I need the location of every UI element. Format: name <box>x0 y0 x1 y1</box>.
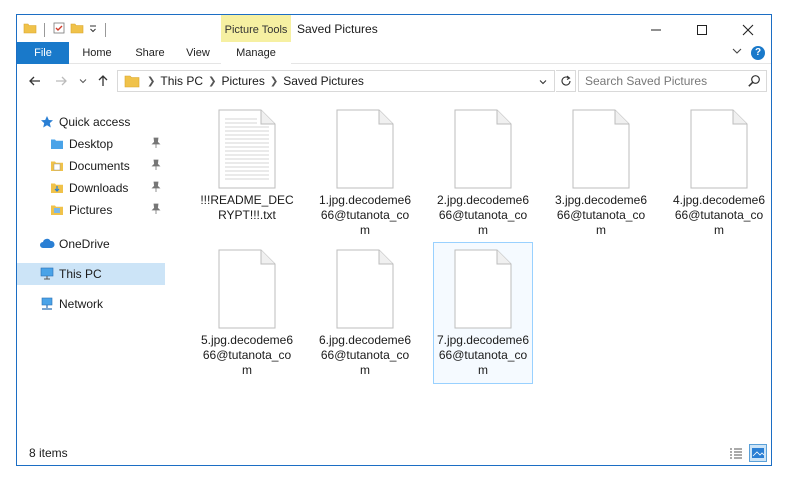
nav-desktop[interactable]: Desktop <box>17 133 165 155</box>
file-item[interactable]: !!!README_DECRYPT!!!.txt <box>197 103 297 245</box>
blank-file-icon <box>572 109 630 189</box>
file-item[interactable]: 2.jpg.decodeme666@tutanota_com <box>433 103 533 245</box>
nav-label: Quick access <box>59 115 131 129</box>
breadcrumb-saved-pictures[interactable]: Saved Pictures <box>283 74 364 88</box>
breadcrumb-separator-icon: ❯ <box>269 75 279 87</box>
nav-label: Desktop <box>69 137 114 151</box>
search-box[interactable] <box>578 70 767 92</box>
pin-icon[interactable] <box>151 203 161 218</box>
status-bar: 8 items <box>17 441 771 465</box>
nav-network[interactable]: Network <box>17 293 165 315</box>
file-name: !!!README_DECRYPT!!!.txt <box>200 193 294 222</box>
tab-manage[interactable]: Manage <box>221 42 291 64</box>
address-bar[interactable]: ❯ This PC ❯ Pictures ❯ Saved Pictures <box>117 70 555 92</box>
breadcrumb-pictures[interactable]: Pictures <box>221 74 264 88</box>
tab-share[interactable]: Share <box>127 42 173 64</box>
refresh-button[interactable] <box>556 70 576 92</box>
nav-onedrive[interactable]: OneDrive <box>17 233 165 255</box>
text-file-icon <box>218 109 276 189</box>
file-item-selected[interactable]: 7.jpg.decodeme666@tutanota_com <box>433 242 533 384</box>
computer-icon <box>39 266 55 282</box>
search-input[interactable] <box>585 73 745 89</box>
nav-label: Documents <box>69 159 130 173</box>
cloud-icon <box>39 236 55 252</box>
blank-file-icon <box>454 109 512 189</box>
folder-icon <box>23 21 37 38</box>
properties-icon[interactable] <box>52 21 66 38</box>
nav-pictures[interactable]: Pictures <box>17 199 165 221</box>
back-button[interactable] <box>27 73 43 89</box>
title-bar: Picture Tools Saved Pictures <box>17 15 771 45</box>
details-view-button[interactable] <box>727 444 745 462</box>
file-name: 1.jpg.decodeme666@tutanota_com <box>318 193 412 237</box>
nav-label: This PC <box>59 267 102 281</box>
file-item[interactable]: 5.jpg.decodeme666@tutanota_com <box>197 243 297 385</box>
file-item[interactable]: 1.jpg.decodeme666@tutanota_com <box>315 103 415 245</box>
breadcrumb-separator-icon: ❯ <box>147 75 156 87</box>
blank-file-icon <box>336 109 394 189</box>
network-icon <box>39 296 55 312</box>
navigation-pane: Quick access Desktop Documents Downloads <box>17 99 165 439</box>
desktop-folder-icon <box>49 136 65 152</box>
file-name: 4.jpg.decodeme666@tutanota_com <box>672 193 766 237</box>
file-item[interactable]: 3.jpg.decodeme666@tutanota_com <box>551 103 651 245</box>
tab-view[interactable]: View <box>177 42 219 64</box>
blank-file-icon <box>218 249 276 329</box>
recent-locations-button[interactable] <box>75 73 91 89</box>
up-button[interactable] <box>95 73 111 89</box>
nav-downloads[interactable]: Downloads <box>17 177 165 199</box>
explorer-window: Picture Tools Saved Pictures File Home S… <box>16 14 772 466</box>
address-dropdown-icon[interactable] <box>538 76 548 90</box>
item-count: 8 items <box>29 446 68 460</box>
nav-documents[interactable]: Documents <box>17 155 165 177</box>
file-list: !!!README_DECRYPT!!!.txt 1.jpg.decodeme6… <box>169 99 769 439</box>
pictures-folder-icon <box>49 202 65 218</box>
large-icons-view-button[interactable] <box>749 444 767 462</box>
downloads-folder-icon <box>49 180 65 196</box>
tab-file[interactable]: File <box>17 42 69 64</box>
window-title: Saved Pictures <box>297 22 378 36</box>
documents-folder-icon <box>49 158 65 174</box>
pin-icon[interactable] <box>151 181 161 196</box>
blank-file-icon <box>454 249 512 329</box>
nav-quick-access[interactable]: Quick access <box>17 111 165 133</box>
customize-toolbar-icon[interactable] <box>88 21 98 38</box>
nav-label: OneDrive <box>59 237 110 251</box>
maximize-button[interactable] <box>679 15 725 45</box>
address-row: ❯ This PC ❯ Pictures ❯ Saved Pictures <box>17 65 771 97</box>
minimize-button[interactable] <box>633 15 679 45</box>
blank-file-icon <box>690 109 748 189</box>
pin-icon[interactable] <box>151 137 161 152</box>
quick-access-toolbar <box>23 21 109 38</box>
breadcrumb-separator-icon: ❯ <box>208 75 217 87</box>
expand-ribbon-icon[interactable] <box>731 45 743 60</box>
picture-tools-context-tab: Picture Tools <box>221 15 291 45</box>
star-icon <box>39 114 55 130</box>
nav-label: Downloads <box>69 181 129 195</box>
file-name: 6.jpg.decodeme666@tutanota_com <box>318 333 412 377</box>
search-icon[interactable] <box>747 74 761 91</box>
new-folder-icon[interactable] <box>70 21 84 38</box>
close-button[interactable] <box>725 15 771 45</box>
breadcrumb-this-pc[interactable]: This PC <box>160 74 203 88</box>
nav-this-pc[interactable]: This PC <box>17 263 165 285</box>
pictures-folder-icon <box>124 74 140 88</box>
forward-button[interactable] <box>53 73 69 89</box>
file-item[interactable]: 4.jpg.decodeme666@tutanota_com <box>669 103 769 245</box>
nav-label: Pictures <box>69 203 113 217</box>
ribbon-tabs: File Home Share View Manage ? <box>17 42 771 64</box>
file-name: 5.jpg.decodeme666@tutanota_com <box>200 333 294 377</box>
file-name: 7.jpg.decodeme666@tutanota_com <box>436 333 530 377</box>
blank-file-icon <box>336 249 394 329</box>
nav-label: Network <box>59 297 104 311</box>
file-name: 3.jpg.decodeme666@tutanota_com <box>554 193 648 237</box>
file-item[interactable]: 6.jpg.decodeme666@tutanota_com <box>315 243 415 385</box>
tab-home[interactable]: Home <box>73 42 121 64</box>
file-name: 2.jpg.decodeme666@tutanota_com <box>436 193 530 237</box>
pin-icon[interactable] <box>151 159 161 174</box>
help-icon[interactable]: ? <box>751 45 765 60</box>
